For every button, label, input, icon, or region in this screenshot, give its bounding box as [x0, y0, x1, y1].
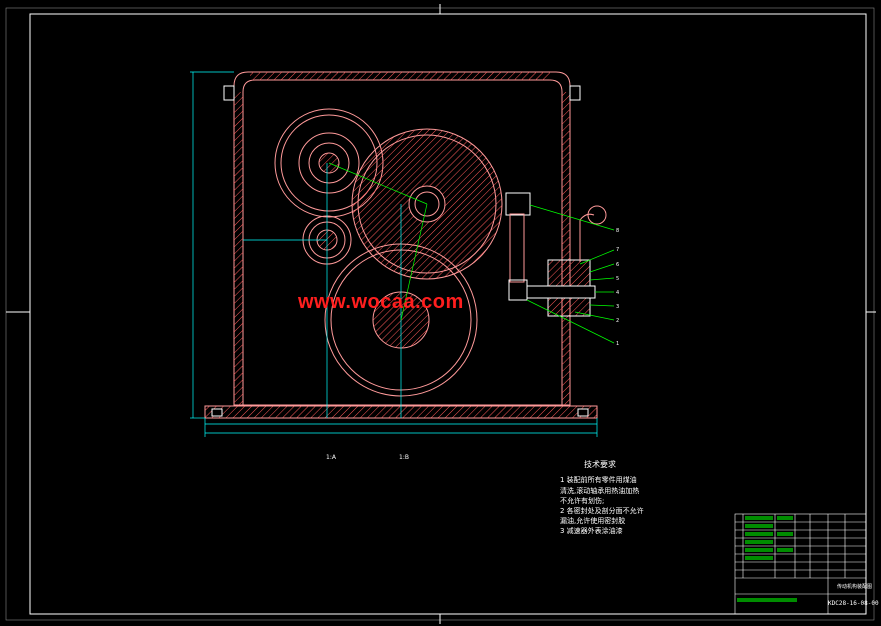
- part-number: 4: [616, 290, 619, 296]
- requirement-line: 3 减速器外表涂油漆: [560, 527, 623, 535]
- section-label-b: 1:B: [399, 454, 409, 461]
- part-number: 6: [616, 262, 619, 268]
- part-number: 5: [616, 276, 619, 282]
- drawing-code: KDC28-16-08-00: [828, 600, 879, 607]
- part-number: 3: [616, 304, 619, 310]
- part-number-labels: 8 7 6 5 4 3 2 1: [616, 228, 619, 347]
- drawing-frame: [5, 4, 876, 624]
- part-number: 8: [616, 228, 619, 234]
- section-label-a: 1:A: [326, 454, 336, 461]
- technical-requirements-title: 技术要求: [584, 460, 616, 469]
- title-block-cells: [737, 516, 797, 602]
- gear-train: [274, 108, 607, 397]
- drawing-name: 传动机构装配图: [837, 584, 873, 590]
- part-number: 7: [616, 247, 619, 253]
- watermark: www.wocaa.com: [298, 291, 464, 313]
- part-number: 2: [616, 318, 619, 324]
- part-number: 1: [616, 341, 619, 347]
